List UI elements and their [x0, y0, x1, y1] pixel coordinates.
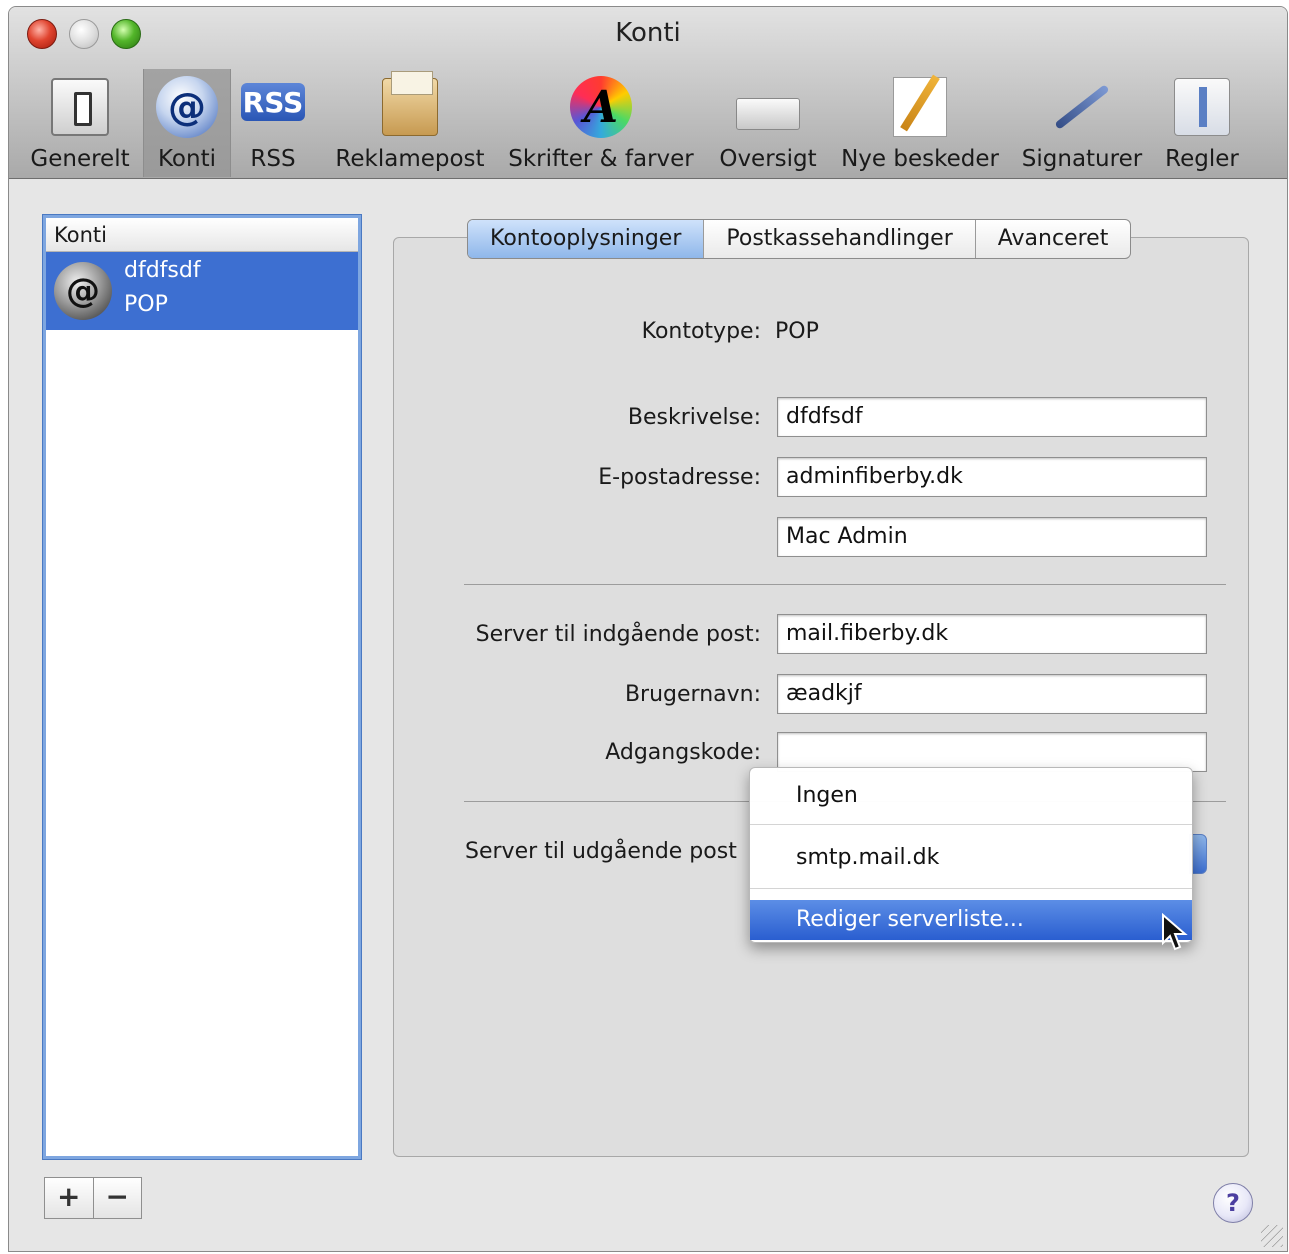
add-remove-buttons: + − — [44, 1177, 142, 1219]
toolbar-label: RSS — [250, 146, 296, 172]
junk-mail-icon — [382, 71, 438, 136]
rules-icon — [1174, 78, 1230, 136]
toolbar-item-konti[interactable]: @ Konti — [143, 69, 231, 177]
toolbar-item-rss[interactable]: RSS RSS — [235, 69, 311, 177]
compose-icon — [893, 77, 947, 137]
help-button[interactable]: ? — [1213, 1183, 1253, 1223]
separator — [464, 584, 1226, 585]
remove-account-button[interactable]: − — [94, 1178, 142, 1218]
toolbar-label: Regler — [1165, 146, 1239, 172]
at-icon: @ — [156, 76, 218, 138]
menu-item-smtp-server[interactable]: smtp.mail.dk — [750, 838, 1192, 878]
viewing-icon — [736, 98, 800, 130]
toolbar-item-regler[interactable]: Regler — [1159, 69, 1245, 177]
account-row[interactable]: @ dfdfsdf POP — [46, 252, 358, 330]
password-field[interactable] — [777, 732, 1207, 772]
toolbar-label: Generelt — [30, 146, 130, 172]
toolbar-item-skrifter-farver[interactable]: A Skrifter & farver — [505, 69, 697, 177]
toolbar-item-reklamepost[interactable]: Reklamepost — [333, 69, 487, 177]
menu-separator — [750, 824, 1192, 825]
title-toolbar: Konti Generelt @ Konti RSS RSS Reklamepo… — [9, 7, 1287, 179]
rss-icon: RSS — [241, 83, 305, 121]
toolbar-item-signaturer[interactable]: Signaturer — [1017, 69, 1147, 177]
incoming-server-label: Server til indgående post: — [475, 622, 761, 647]
tab-postkassehandlinger[interactable]: Postkassehandlinger — [704, 220, 976, 258]
toolbar-label: Signaturer — [1021, 146, 1143, 172]
username-label: Brugernavn: — [624, 682, 761, 707]
menu-item-edit-server-list[interactable]: Rediger serverliste... — [750, 900, 1192, 940]
menu-separator — [750, 888, 1192, 889]
outgoing-server-label: Server til udgående post — [465, 839, 737, 864]
window-title: Konti — [615, 18, 681, 48]
account-name: dfdfsdf — [124, 258, 201, 283]
add-account-button[interactable]: + — [45, 1178, 94, 1218]
password-label: Adgangskode: — [605, 740, 761, 765]
tab-avanceret[interactable]: Avanceret — [976, 220, 1131, 258]
outgoing-server-menu: Ingen smtp.mail.dk Rediger serverliste..… — [749, 767, 1193, 943]
toolbar-item-oversigt[interactable]: Oversigt — [715, 69, 821, 177]
resize-grip-icon[interactable] — [1261, 1225, 1283, 1247]
mouse-pointer-icon — [1162, 913, 1188, 951]
tab-bar: Kontooplysninger Postkassehandlinger Ava… — [467, 219, 1132, 259]
signature-pen-icon — [1054, 84, 1110, 130]
email-label: E-postadresse: — [598, 465, 761, 490]
preferences-window: Konti Generelt @ Konti RSS RSS Reklamepo… — [8, 6, 1288, 1252]
email-field[interactable]: adminfiberby.dk — [777, 457, 1207, 497]
fonts-colors-icon: A — [570, 76, 632, 138]
account-type: POP — [124, 292, 168, 317]
account-type-value: POP — [775, 319, 819, 344]
description-field[interactable]: dfdfsdf — [777, 397, 1207, 437]
menu-item-ingen[interactable]: Ingen — [750, 776, 1192, 816]
accounts-list-header: Konti — [46, 218, 358, 252]
toolbar-label: Reklamepost — [335, 146, 485, 172]
toolbar-label: Skrifter & farver — [508, 146, 694, 172]
username-field[interactable]: æadkjf — [777, 674, 1207, 714]
account-type-label: Kontotype: — [641, 319, 761, 344]
accounts-list[interactable]: Konti @ dfdfsdf POP — [43, 215, 361, 1159]
description-label: Beskrivelse: — [627, 405, 761, 430]
toolbar-label: Konti — [158, 146, 216, 172]
toolbar-item-nye-beskeder[interactable]: Nye beskeder — [835, 69, 1005, 177]
incoming-server-field[interactable]: mail.fiberby.dk — [777, 614, 1207, 654]
full-name-field[interactable]: Mac Admin — [777, 517, 1207, 557]
account-at-icon: @ — [54, 262, 112, 320]
toolbar-label: Nye beskeder — [841, 146, 999, 172]
toolbar-label: Oversigt — [719, 146, 817, 172]
switch-icon — [51, 78, 109, 136]
tab-kontooplysninger[interactable]: Kontooplysninger — [468, 220, 705, 258]
toolbar-item-generelt[interactable]: Generelt — [25, 69, 135, 177]
